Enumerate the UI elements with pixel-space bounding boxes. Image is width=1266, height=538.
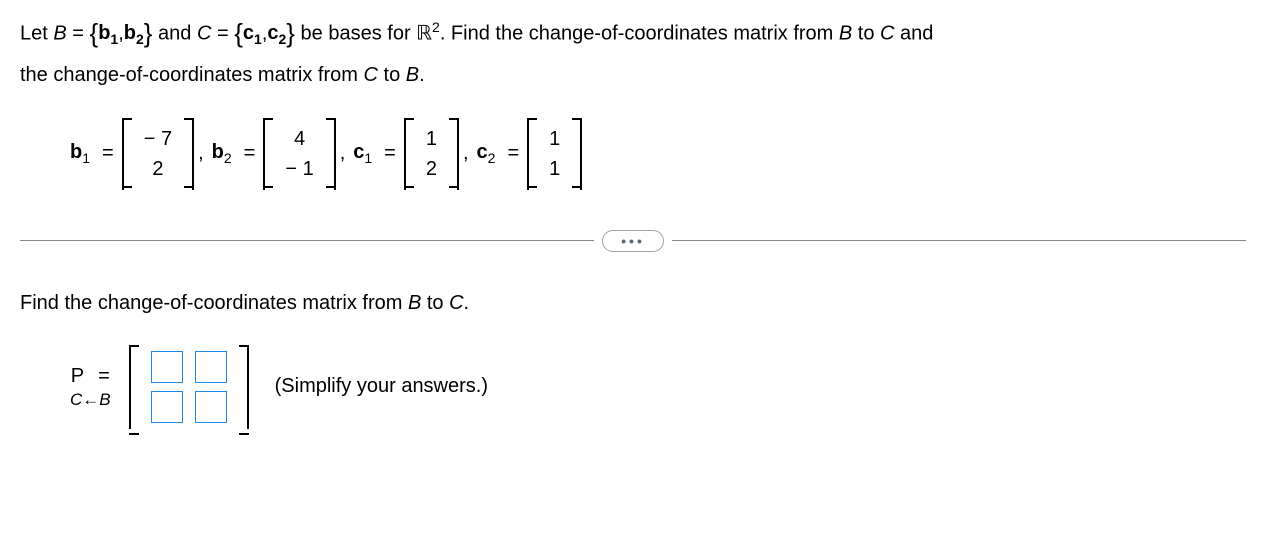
text: be bases for [295, 22, 416, 44]
b1-label: b1 [70, 141, 90, 166]
var-C: C [364, 64, 378, 86]
c1-sym: c1 [243, 22, 262, 44]
answer-matrix-row: P = C←B (Simplify your answers.) [70, 345, 1246, 429]
b1-r2: 2 [144, 154, 172, 184]
var-B: B [406, 64, 419, 86]
brace-left: { [90, 18, 99, 48]
var-C: C [449, 292, 463, 314]
B-sub: B [99, 390, 110, 409]
c1-vector: 1 2 [402, 118, 461, 190]
var-C: C [880, 22, 894, 44]
divider-line [20, 240, 594, 241]
text: to [421, 292, 449, 314]
P-symbol: P [71, 363, 84, 389]
b1-r1: − 7 [144, 124, 172, 154]
b2-vector: 4 − 1 [261, 118, 337, 190]
text: . [419, 64, 425, 86]
matrix-input-22[interactable] [195, 391, 227, 423]
c1-label: c1 [353, 141, 372, 166]
text: and [152, 22, 196, 44]
p-matrix-label: P = C←B [70, 363, 111, 411]
c2-r1: 1 [549, 124, 560, 154]
real-symbol: ℝ [416, 22, 432, 44]
text: Let [20, 22, 53, 44]
brace-left: { [234, 18, 243, 48]
text: and [894, 22, 933, 44]
comma: , [463, 142, 469, 165]
left-arrow-icon: ← [82, 390, 99, 409]
exponent: 2 [432, 19, 440, 35]
equals: = [244, 142, 256, 165]
matrix-input-21[interactable] [151, 391, 183, 423]
b2-r1: 4 [285, 124, 313, 154]
text: Find the change-of-coordinates matrix fr… [20, 292, 408, 314]
comma: , [340, 142, 346, 165]
matrix-input-11[interactable] [151, 351, 183, 383]
text: to [852, 22, 880, 44]
equals: = [507, 142, 519, 165]
c2-vector: 1 1 [525, 118, 584, 190]
matrix-input-12[interactable] [195, 351, 227, 383]
simplify-hint: (Simplify your answers.) [275, 375, 488, 398]
var-B: B [839, 22, 852, 44]
c1-r1: 1 [426, 124, 437, 154]
c2-label: c2 [477, 141, 496, 166]
c2-r2: 1 [549, 154, 560, 184]
C-sub: C [70, 390, 82, 409]
text: to [378, 64, 406, 86]
comma: , [198, 142, 204, 165]
equals: = [102, 142, 114, 165]
c1-r2: 2 [426, 154, 437, 184]
var-B: B [408, 292, 421, 314]
b1-sym: b1 [98, 22, 118, 44]
var-B: B [53, 22, 66, 44]
divider-line [672, 240, 1246, 241]
more-dots-button[interactable]: ••• [602, 230, 664, 252]
problem-statement: Let B = {b1,b2} and C = {c1,c2} be bases… [20, 10, 1246, 93]
brace-right: } [286, 18, 295, 48]
text: the change-of-coordinates matrix from [20, 64, 364, 86]
equals: = [384, 142, 396, 165]
text: . [464, 292, 470, 314]
text: = [211, 22, 234, 44]
answer-section: Find the change-of-coordinates matrix fr… [20, 292, 1246, 429]
text: . Find the change-of-coordinates matrix … [440, 22, 839, 44]
c2-sym: c2 [267, 22, 286, 44]
vectors-row: b1 = − 7 2 , b2 = 4 − 1 , c1 = 1 2 , c2 … [70, 118, 1246, 190]
text: = [67, 22, 90, 44]
b2-sym: b2 [124, 22, 144, 44]
answer-matrix [127, 345, 251, 429]
var-C: C [197, 22, 211, 44]
equals: = [98, 363, 110, 389]
section-divider: ••• [20, 230, 1246, 252]
b1-vector: − 7 2 [120, 118, 196, 190]
b2-label: b2 [212, 141, 232, 166]
b2-r2: − 1 [285, 154, 313, 184]
answer-prompt: Find the change-of-coordinates matrix fr… [20, 292, 1246, 315]
